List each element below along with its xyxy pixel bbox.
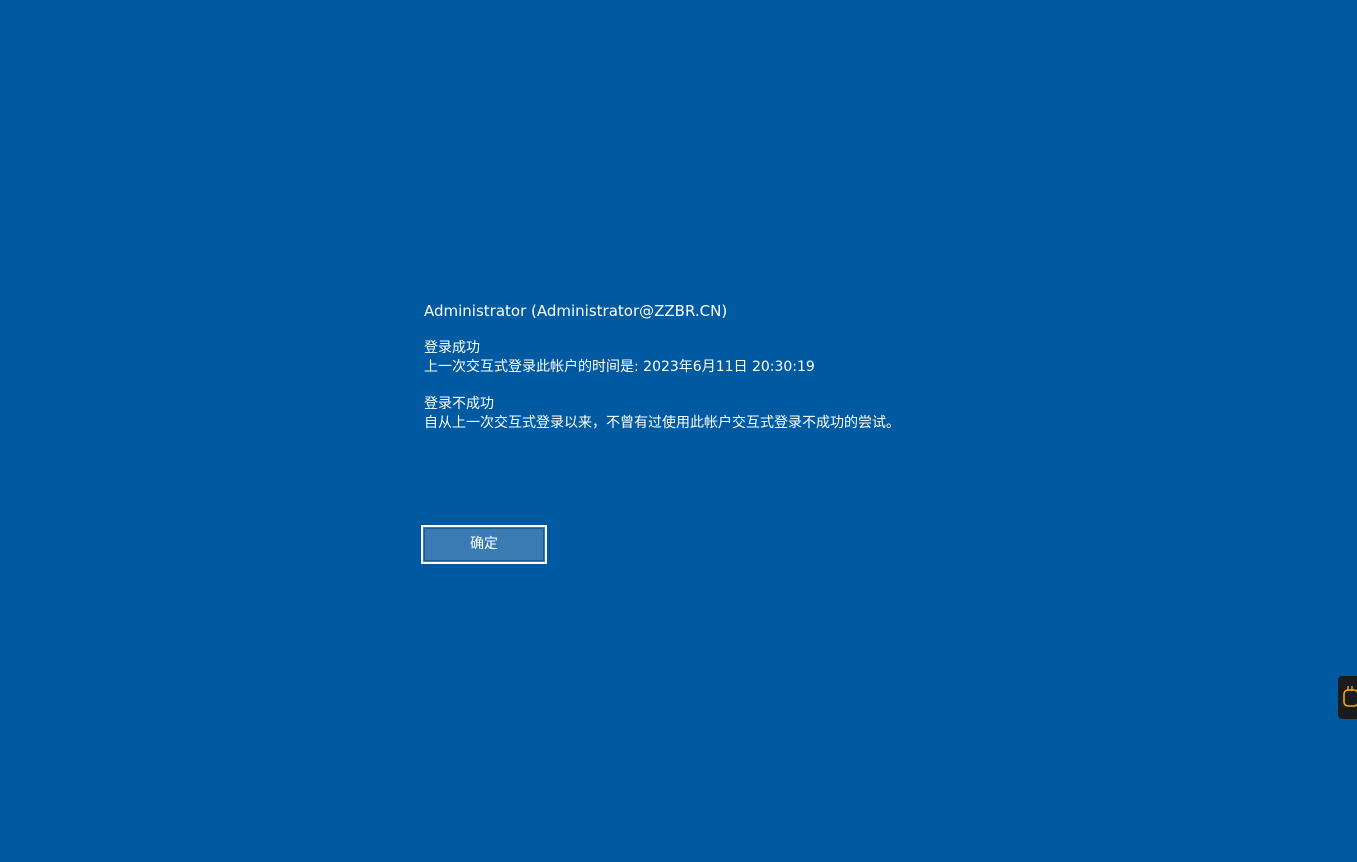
login-failure-section: 登录不成功 自从上一次交互式登录以来，不曾有过使用此帐户交互式登录不成功的尝试。 <box>424 395 1044 433</box>
failed-attempts-info: 自从上一次交互式登录以来，不曾有过使用此帐户交互式登录不成功的尝试。 <box>424 415 900 431</box>
login-info-panel: Administrator (Administrator@ZZBR.CN) 登录… <box>424 301 1044 451</box>
ok-button[interactable]: 确定 <box>421 525 547 564</box>
login-success-title: 登录成功 <box>424 340 480 356</box>
account-name: Administrator (Administrator@ZZBR.CN) <box>424 302 728 320</box>
login-failure-title: 登录不成功 <box>424 396 494 412</box>
login-success-section: 登录成功 上一次交互式登录此帐户的时间是: 2023年6月11日 20:30:1… <box>424 339 1044 377</box>
last-login-time: 上一次交互式登录此帐户的时间是: 2023年6月11日 20:30:19 <box>424 359 815 375</box>
bag-icon <box>1343 686 1357 707</box>
side-tab[interactable] <box>1338 676 1357 719</box>
